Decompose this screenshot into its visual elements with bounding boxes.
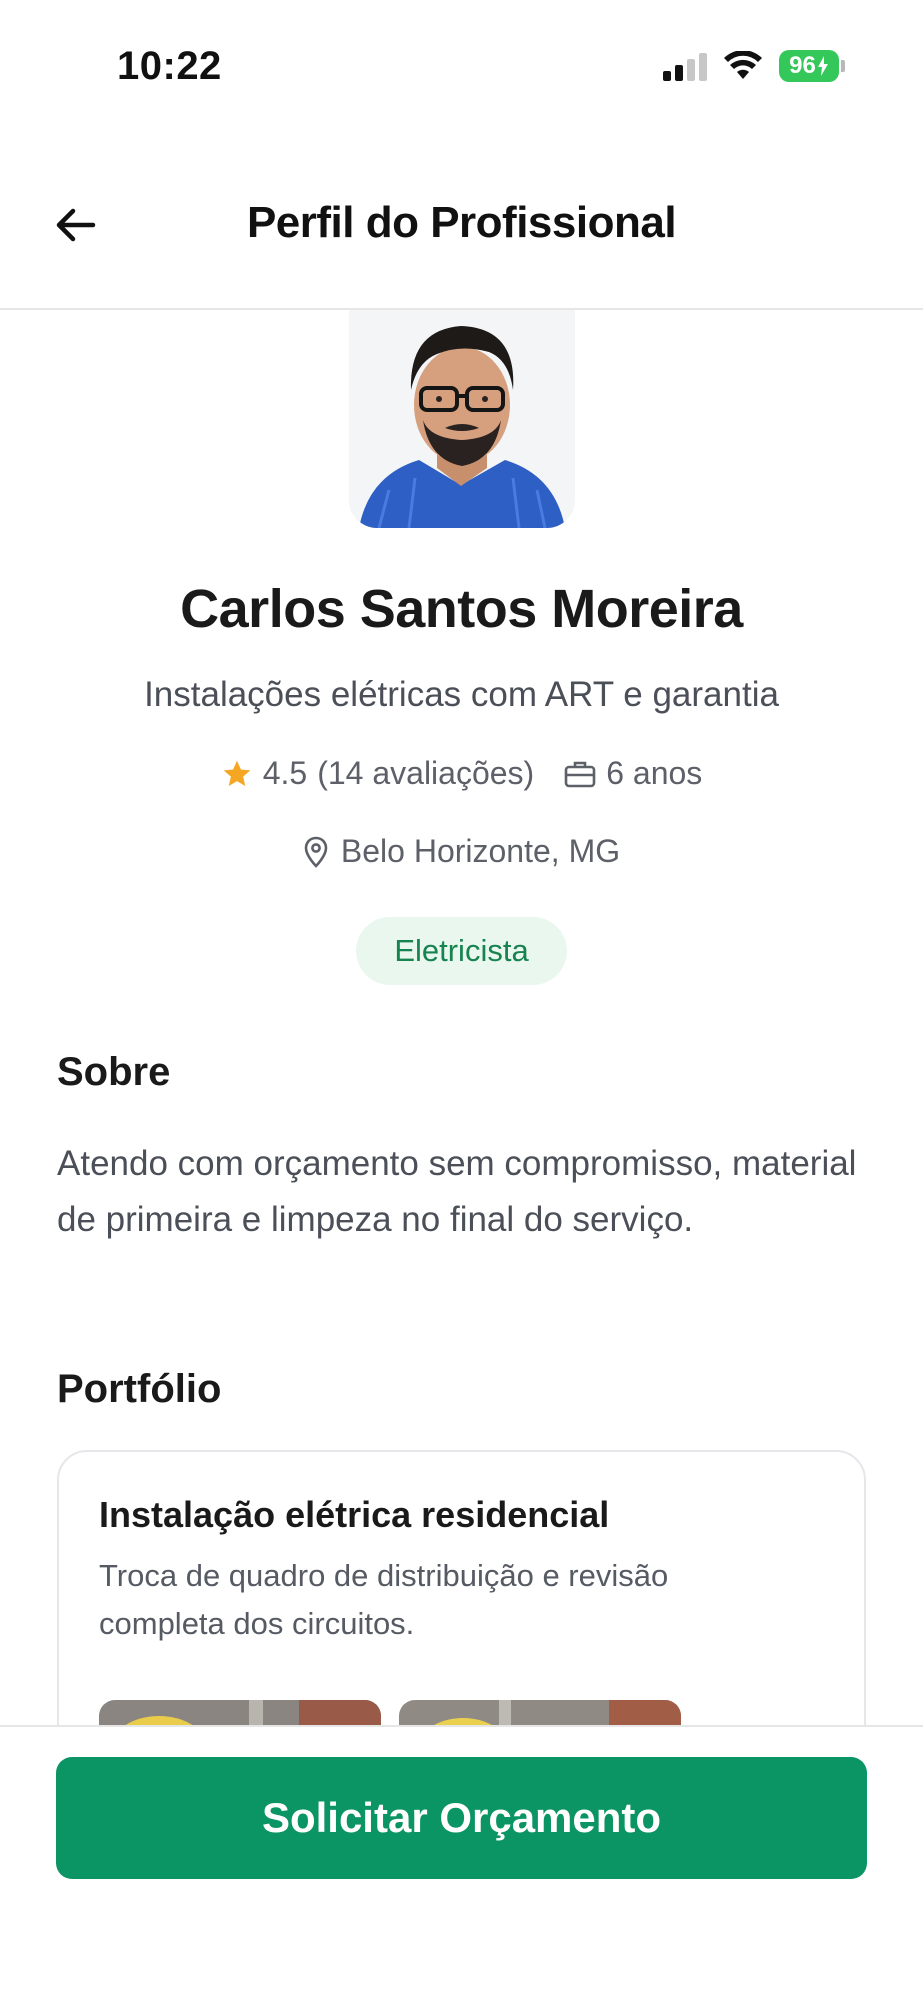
status-icons: 96 bbox=[663, 50, 845, 82]
category-chip: Eletricista bbox=[356, 917, 567, 985]
experience: 6 anos bbox=[564, 755, 702, 792]
briefcase-icon bbox=[564, 761, 596, 787]
request-quote-button[interactable]: Solicitar Orçamento bbox=[56, 1757, 867, 1879]
signal-icon bbox=[663, 51, 707, 81]
page-title: Perfil do Profissional bbox=[246, 198, 677, 247]
status-bar: 10:22 96 bbox=[0, 0, 923, 140]
experience-years: 6 anos bbox=[606, 755, 703, 791]
wifi-icon bbox=[724, 51, 762, 79]
portfolio-card[interactable]: Instalação elétrica residencial Troca de… bbox=[57, 1450, 866, 1725]
profile-content[interactable]: Carlos Santos Moreira Instalações elétri… bbox=[0, 310, 923, 1725]
rating-experience-row: 4.5 (14 avaliações) 6 anos bbox=[0, 755, 923, 792]
app-header: Perfil do Profissional bbox=[0, 150, 923, 310]
battery-charging-icon: 96 bbox=[779, 50, 845, 82]
portfolio-image[interactable] bbox=[399, 1700, 681, 1725]
portfolio-item-title: Instalação elétrica residencial bbox=[99, 1494, 610, 1535]
professional-name: Carlos Santos Moreira bbox=[180, 579, 743, 639]
battery-level: 96 bbox=[789, 52, 816, 79]
review-count: (14 avaliações) bbox=[317, 755, 535, 791]
star-icon bbox=[223, 760, 251, 786]
rating-value: 4.5 bbox=[262, 755, 308, 791]
location-text: Belo Horizonte, MG bbox=[340, 833, 621, 869]
map-pin-icon bbox=[304, 836, 328, 868]
portfolio-image[interactable] bbox=[99, 1700, 381, 1725]
avatar bbox=[349, 310, 575, 528]
professional-tagline: Instalações elétricas com ART e garantia bbox=[144, 675, 779, 714]
portfolio-title: Portfólio bbox=[57, 1367, 222, 1411]
bottom-action-bar: Solicitar Orçamento bbox=[0, 1725, 923, 2000]
about-title: Sobre bbox=[57, 1050, 171, 1094]
rating[interactable]: 4.5 (14 avaliações) bbox=[221, 755, 534, 792]
profile-screen: 10:22 96 Perfil do Profissional Carlos S… bbox=[0, 0, 923, 2000]
status-time: 10:22 bbox=[117, 44, 222, 88]
location: Belo Horizonte, MG bbox=[0, 833, 923, 870]
about-text: Atendo com orçamento sem compromisso, ma… bbox=[57, 1144, 857, 1239]
portfolio-item-description: Troca de quadro de distribuição e revisã… bbox=[99, 1558, 669, 1641]
